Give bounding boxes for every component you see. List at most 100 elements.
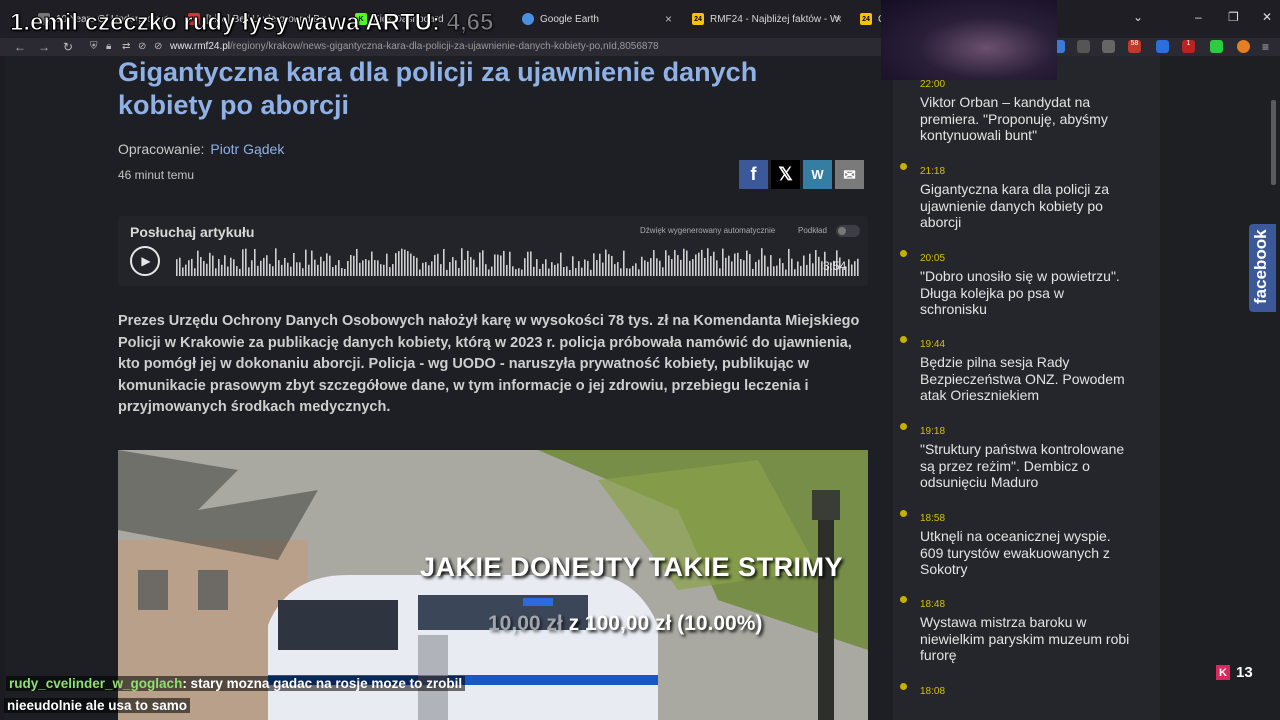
- news-time: 18:58: [920, 513, 946, 524]
- podcast-toggle[interactable]: [836, 225, 860, 237]
- waveform-bar: [638, 269, 640, 276]
- waveform-bar: [215, 268, 217, 276]
- news-item[interactable]: 20:05 "Dobro unosiło się w powietrzu". D…: [900, 248, 1130, 318]
- waveform-bar: [596, 260, 598, 276]
- extension-s-icon[interactable]: [1156, 40, 1169, 53]
- news-time: 18:08: [920, 686, 946, 697]
- waveform-bar: [701, 249, 703, 276]
- waveform-bar: [668, 255, 670, 276]
- facebook-widget-label: facebook: [1251, 229, 1270, 304]
- globe-icon: [522, 13, 534, 25]
- forward-icon[interactable]: →: [38, 40, 50, 54]
- waveform-bar: [461, 248, 463, 276]
- waveform-bar: [551, 262, 553, 276]
- waveform-bar: [329, 255, 331, 276]
- waveform-bar: [797, 261, 799, 276]
- waveform-bar: [566, 266, 568, 276]
- reload-icon[interactable]: ↻: [63, 40, 73, 54]
- menu-icon[interactable]: ≡: [1262, 40, 1269, 54]
- window-close-icon[interactable]: ✕: [1262, 10, 1272, 24]
- permissions-icon[interactable]: ⇄: [122, 41, 130, 52]
- waveform-bar: [713, 251, 715, 276]
- waveform-bar: [386, 253, 388, 276]
- maximize-icon[interactable]: ❐: [1228, 10, 1239, 24]
- ublock-icon[interactable]: 58: [1128, 40, 1141, 53]
- tab-rmf24[interactable]: 24 RMF24 - Najbliżej faktów - Wyd ×: [682, 4, 850, 34]
- waveform-bar: [767, 266, 769, 276]
- waveform-bar: [599, 253, 601, 276]
- waveform-bar: [632, 265, 634, 276]
- waveform-bar: [758, 259, 760, 276]
- waveform-bar: [692, 259, 694, 276]
- url-bar[interactable]: www.rmf24.pl/regiony/krakow/news-giganty…: [170, 41, 659, 52]
- waveform-bar: [671, 259, 673, 276]
- minimize-icon[interactable]: –: [1195, 10, 1202, 24]
- news-item[interactable]: 22:00 Viktor Orban – kandydat na premier…: [920, 74, 1130, 144]
- waveform-bar: [848, 259, 850, 276]
- shield-icon[interactable]: ⛨: [90, 41, 98, 52]
- waveform-bar: [482, 250, 484, 276]
- player-note: Dźwięk wygenerowany automatycznie: [640, 226, 776, 235]
- incognito-icon[interactable]: [1102, 40, 1115, 53]
- publish-time: 46 minut temu: [118, 168, 195, 182]
- sync-icon[interactable]: [1210, 40, 1223, 53]
- x-share-button[interactable]: 𝕏: [771, 160, 800, 189]
- waveform-bar: [575, 268, 577, 276]
- podcast-label: Podkład: [798, 226, 827, 235]
- close-tab-icon[interactable]: ×: [665, 12, 672, 26]
- waveform-bar: [587, 260, 589, 276]
- tab-list-icon[interactable]: ⌄: [1133, 10, 1143, 24]
- profile-icon[interactable]: [1237, 40, 1250, 53]
- waveform-bar: [425, 262, 427, 276]
- waveform-bar: [647, 261, 649, 276]
- bullet-dot: [900, 596, 907, 603]
- wykop-share-button[interactable]: W: [803, 160, 832, 189]
- lock-icon[interactable]: 🔒︎: [106, 41, 111, 52]
- play-button[interactable]: ▶: [130, 246, 160, 276]
- waveform-bar: [497, 254, 499, 276]
- close-tab-icon[interactable]: ×: [835, 12, 842, 26]
- waveform-bar: [467, 250, 469, 276]
- news-item[interactable]: 19:18 "Struktury państwa kontrolowane są…: [900, 421, 1130, 491]
- email-share-button[interactable]: ✉: [835, 160, 864, 189]
- waveform-bar: [227, 266, 229, 276]
- waveform-bar: [251, 260, 253, 276]
- tracking-blocked-icon[interactable]: ⊘: [154, 41, 162, 52]
- waveform-bar: [548, 268, 550, 276]
- notification-icon[interactable]: 1: [1182, 40, 1195, 53]
- chat-text: : stary mozna gadac na rosje moze to zro…: [182, 676, 463, 691]
- news-time: 18:48: [920, 599, 946, 610]
- waveform-bar: [857, 258, 859, 276]
- facebook-share-button[interactable]: f: [739, 160, 768, 189]
- waveform-bar: [530, 251, 532, 276]
- back-icon[interactable]: ←: [14, 40, 26, 54]
- audio-waveform[interactable]: [176, 246, 860, 276]
- camera-blocked-icon[interactable]: ⊘: [138, 41, 146, 52]
- author-link[interactable]: Piotr Gądek: [210, 141, 284, 157]
- news-item[interactable]: 18:48 Wystawa mistrza baroku w niewielki…: [900, 594, 1130, 664]
- waveform-bar: [731, 261, 733, 276]
- waveform-bar: [221, 264, 223, 276]
- facebook-widget-tab[interactable]: facebook: [1249, 224, 1276, 312]
- extension-icon[interactable]: [1077, 40, 1090, 53]
- waveform-bar: [770, 255, 772, 276]
- news-item[interactable]: 21:18 Gigantyczna kara dla policji za uj…: [900, 161, 1130, 231]
- waveform-bar: [371, 251, 373, 276]
- url-path: /regiony/krakow/news-gigantyczna-kara-dl…: [230, 41, 659, 52]
- waveform-bar: [359, 262, 361, 276]
- bullet-dot: [900, 163, 907, 170]
- waveform-bar: [617, 262, 619, 276]
- waveform-bar: [719, 268, 721, 276]
- waveform-bar: [779, 258, 781, 276]
- waveform-bar: [809, 253, 811, 276]
- tab-google-earth[interactable]: Google Earth ×: [512, 4, 680, 34]
- waveform-bar: [674, 250, 676, 276]
- news-item[interactable]: 18:58 Utknęli na oceanicznej wyspie. 609…: [900, 508, 1130, 578]
- waveform-bar: [806, 264, 808, 276]
- viewer-count: K 13: [1216, 664, 1253, 681]
- news-item[interactable]: 19:44 Będzie pilna sesja Rady Bezpieczeń…: [900, 334, 1130, 404]
- waveform-bar: [527, 251, 529, 276]
- chat-message: rudy_cvelinder_w_goglach: stary mozna ga…: [6, 676, 466, 691]
- scrollbar-thumb[interactable]: [1271, 100, 1276, 185]
- news-item[interactable]: 18:08: [900, 681, 1130, 699]
